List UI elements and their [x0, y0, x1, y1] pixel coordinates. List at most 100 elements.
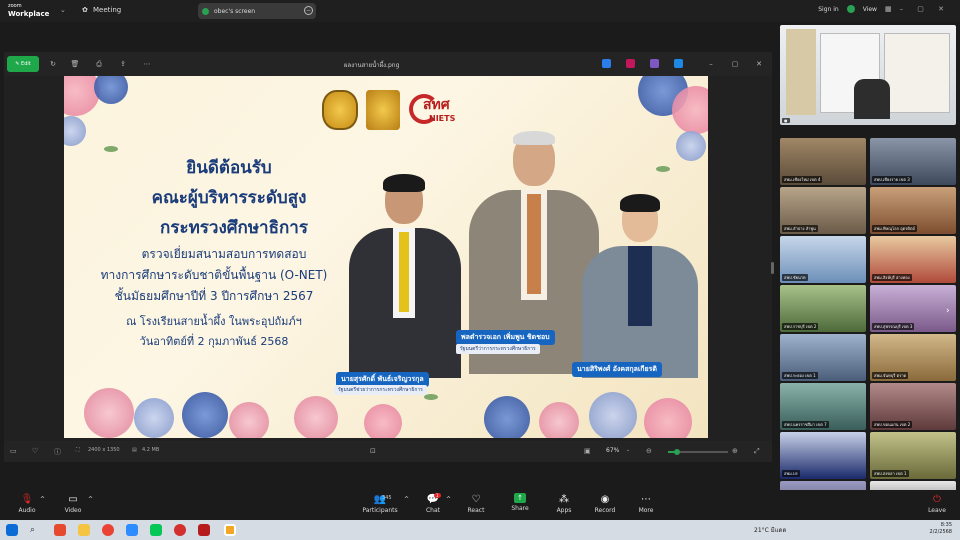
more-button[interactable]: ⋯ More [636, 493, 656, 515]
chevron-down-icon[interactable]: ⌄ [60, 6, 66, 14]
taskbar-app-icon[interactable] [54, 524, 66, 536]
window-controls[interactable]: – ▢ ✕ [900, 5, 950, 13]
search-icon[interactable]: ⌕ [30, 524, 42, 536]
delete-icon[interactable]: 🗑 [70, 59, 80, 69]
slide-heading-2: คณะผู้บริหารระดับสูง [151, 188, 307, 208]
participant-label: สพม.สิงห์บุรี อ่างทอง [872, 274, 912, 281]
edit-button[interactable]: ✎ Edit [7, 56, 39, 72]
participant-tile[interactable]: สพม.ลำปาง ลำพูน [780, 187, 866, 234]
chevron-up-icon[interactable]: ^ [446, 496, 451, 503]
file-size: 4.2 MB [142, 447, 160, 453]
apps-button[interactable]: ⁂ Apps [554, 493, 574, 515]
zoom-logo: zoom Workplace [8, 3, 50, 18]
shield-icon[interactable] [846, 5, 855, 13]
sign-in-link[interactable]: Sign in [818, 6, 838, 13]
chevron-up-icon[interactable]: ^ [404, 496, 409, 503]
participant-tile[interactable]: สพป.เชียงราย เขต 3 [870, 138, 956, 185]
app-icon-2[interactable] [626, 59, 635, 68]
weather-widget[interactable]: 21°C มีแดด [754, 525, 786, 535]
share-screen-icon: ↑ [514, 493, 526, 503]
participant-tile[interactable]: สพป.ระยอง เขต 1 [780, 334, 866, 381]
zoom-in-icon[interactable]: ⊕ [732, 447, 738, 455]
close-icon[interactable]: ✕ [754, 59, 764, 69]
maximize-icon[interactable]: ▢ [730, 59, 740, 69]
heart-icon: ♡ [471, 493, 481, 505]
participant-tile[interactable]: สพม.บร [780, 432, 866, 479]
view-button[interactable]: View [863, 6, 877, 13]
video-button[interactable]: ▭ Video [62, 493, 84, 515]
app-icon-3[interactable] [650, 59, 659, 68]
stop-view-icon[interactable]: − [304, 6, 313, 15]
file-explorer-icon[interactable] [78, 524, 90, 536]
chat-button[interactable]: 💬 1 Chat [424, 493, 442, 514]
print-icon[interactable]: ⎙ [94, 59, 104, 69]
filmstrip-icon[interactable]: ▭ [10, 447, 17, 455]
photos-app-icon[interactable] [224, 524, 236, 536]
participant-tile[interactable]: สพป.ขอนแก่น เขต 2 [870, 383, 956, 430]
chevron-up-icon[interactable]: ^ [88, 496, 93, 503]
participant-label: สพม.จันทบุรี ตราด [872, 372, 909, 379]
fit-screen-icon[interactable]: ⊡ [370, 447, 376, 455]
fullscreen-icon[interactable]: ⤢ [754, 447, 760, 456]
participant-tile[interactable]: สพม.พิษณุโลก อุตรดิตถ์ [870, 187, 956, 234]
heart-icon[interactable]: ♡ [32, 447, 38, 455]
leave-icon: ⏻ [933, 493, 941, 505]
flower-decoration [84, 388, 134, 438]
chrome-icon[interactable] [102, 524, 114, 536]
ministry-seal-logo [366, 90, 400, 130]
slide-heading-1: ยินดีต้อนรับ [186, 158, 272, 178]
flower-decoration [589, 392, 637, 438]
audio-button[interactable]: 🎙 Audio [16, 493, 38, 515]
participant-tile[interactable]: สพป.ชัยนาท [780, 236, 866, 283]
title-bar: zoom Workplace ⌄ ✿ Meeting obec's screen … [0, 0, 960, 22]
obec-seal-logo [322, 90, 358, 130]
react-button[interactable]: ♡ React [466, 493, 486, 515]
screen-share-chip[interactable]: obec's screen − [198, 3, 316, 19]
rotate-icon[interactable]: ↻ [48, 59, 58, 69]
participant-tile[interactable]: สพม.จันทบุรี ตราด [870, 334, 956, 381]
participant-tile[interactable]: สพม.เชียงใหม่ เขต 4 [780, 138, 866, 185]
flower-decoration [229, 402, 269, 438]
grid-icon[interactable]: ▦ [885, 5, 892, 13]
slide-heading-3: กระทรวงศึกษาธิการ [160, 218, 308, 238]
mic-muted-icon: 🎙 [20, 493, 34, 505]
zoom-taskbar-icon[interactable] [126, 524, 138, 536]
system-clock[interactable]: 8:35 2/2/2568 [930, 522, 952, 536]
more-icon[interactable]: ⋯ [142, 59, 152, 69]
share-status-icon [202, 7, 209, 15]
participant-label: สพป.ราชบุรี เขต 2 [782, 323, 819, 330]
flower-decoration [182, 392, 228, 438]
taskbar-app-icon[interactable] [174, 524, 186, 536]
chevron-up-icon[interactable]: ^ [40, 496, 45, 503]
info-icon[interactable]: ⓘ [54, 447, 61, 457]
participants-button[interactable]: 👥 345 Participants [362, 493, 398, 515]
meeting-tab[interactable]: ✿ Meeting [82, 6, 121, 14]
share-icon[interactable]: ⇪ [118, 59, 128, 69]
windows-start-icon[interactable] [6, 524, 18, 536]
leave-button[interactable]: ⏻ Leave [926, 493, 948, 515]
line-icon[interactable] [150, 524, 162, 536]
flower-decoration [672, 86, 708, 134]
taskbar-app-icon[interactable] [198, 524, 210, 536]
panel-resize-handle[interactable] [771, 262, 774, 274]
participant-tile[interactable]: สพป.สงขลา เขต 1 [870, 432, 956, 479]
zoom-level[interactable]: 67% [606, 447, 619, 454]
minimize-icon[interactable]: – [706, 59, 716, 69]
chevron-down-icon[interactable]: ⌄ [626, 447, 630, 453]
share-button[interactable]: ↑ Share [510, 493, 530, 512]
aspect-ratio-icon[interactable]: ▣ [584, 447, 591, 455]
next-page-icon[interactable]: › [946, 306, 950, 316]
active-speaker-tile[interactable]: ● [780, 25, 956, 125]
record-button[interactable]: ◉ Record [594, 493, 616, 515]
participant-tile[interactable]: สพป.สุพรรณบุรี เขต 3 [870, 285, 956, 332]
participant-label: สพม.ลำปาง ลำพูน [782, 225, 818, 232]
slide-text-4: ณ โรงเรียนสายน้ำผึ้ง ในพระอุปถัมภ์ฯ [126, 315, 302, 328]
participant-tile[interactable]: สพป.ราชบุรี เขต 2 [780, 285, 866, 332]
app-icon-1[interactable] [602, 59, 611, 68]
cloud-icon[interactable] [674, 59, 683, 68]
zoom-slider[interactable] [668, 449, 728, 455]
participant-tile[interactable]: สพป.นครราชสีมา เขต 7 [780, 383, 866, 430]
participant-tile[interactable]: สพม.สิงห์บุรี อ่างทอง [870, 236, 956, 283]
participant-label: สพป.สุพรรณบุรี เขต 3 [872, 323, 915, 330]
zoom-out-icon[interactable]: ⊖ [646, 447, 652, 455]
